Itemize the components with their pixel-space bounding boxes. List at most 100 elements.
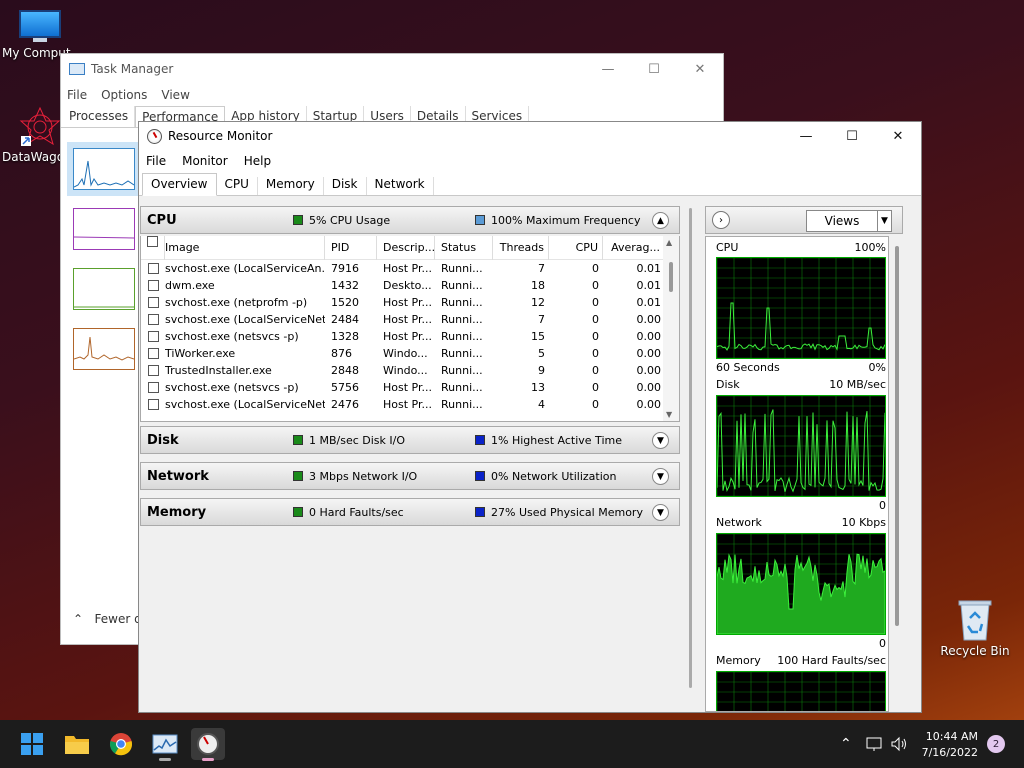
cell-cpu: 0 bbox=[592, 279, 599, 292]
disk-graph-label: Disk 10 MB/sec bbox=[716, 378, 886, 391]
views-label: Views bbox=[824, 214, 860, 228]
graph-grid bbox=[716, 257, 885, 359]
table-row[interactable]: TrustedInstaller.exe 2848 Windo... Runni...… bbox=[141, 362, 679, 379]
tab-cpu[interactable]: CPU bbox=[217, 177, 258, 195]
menu-view[interactable]: View bbox=[161, 88, 189, 102]
expand-network-button[interactable]: ▼ bbox=[652, 468, 669, 485]
table-row[interactable]: svchost.exe (LocalServiceNet... 2484 Host … bbox=[141, 311, 679, 328]
table-row[interactable]: TiWorker.exe 876 Windo... Runni... 5 0 0.00 bbox=[141, 345, 679, 362]
menu-options[interactable]: Options bbox=[101, 88, 147, 102]
notification-badge[interactable]: 2 bbox=[987, 735, 1005, 753]
row-checkbox[interactable] bbox=[141, 382, 165, 393]
close-button[interactable]: ✕ bbox=[875, 122, 921, 150]
table-row[interactable]: svchost.exe (LocalServiceNet... 2476 Host … bbox=[141, 396, 679, 413]
tab-overview[interactable]: Overview bbox=[142, 173, 217, 196]
cpu-usage-swatch bbox=[293, 215, 303, 225]
network-graph-footer: 0 bbox=[879, 637, 886, 650]
chevron-right-icon[interactable]: › bbox=[712, 211, 730, 229]
menu-file[interactable]: File bbox=[67, 88, 87, 102]
menu-file[interactable]: File bbox=[146, 154, 166, 168]
desktop-icon-recycle-bin[interactable]: Recycle Bin bbox=[935, 598, 1015, 658]
chrome-button[interactable] bbox=[104, 728, 138, 760]
perf-thumb-disk[interactable] bbox=[73, 268, 135, 310]
column-description[interactable]: Descrip... bbox=[377, 236, 435, 260]
task-manager-icon bbox=[69, 63, 85, 75]
row-checkbox[interactable] bbox=[141, 297, 165, 308]
cell-threads: 4 bbox=[538, 398, 545, 411]
cell-image: svchost.exe (LocalServiceAn... bbox=[165, 262, 325, 275]
row-checkbox[interactable] bbox=[141, 263, 165, 274]
menu-monitor[interactable]: Monitor bbox=[182, 154, 228, 168]
column-status[interactable]: Status bbox=[435, 236, 493, 260]
maximize-button[interactable]: ☐ bbox=[631, 54, 677, 84]
close-button[interactable]: ✕ bbox=[677, 54, 723, 84]
row-checkbox[interactable] bbox=[141, 365, 165, 376]
table-row[interactable]: svchost.exe (netsvcs -p) 1328 Host Pr... Ru… bbox=[141, 328, 679, 345]
row-checkbox[interactable] bbox=[141, 348, 165, 359]
overview-scrollbar[interactable] bbox=[684, 204, 698, 712]
cell-status: Runni... bbox=[441, 381, 483, 394]
task-manager-taskbar-button[interactable] bbox=[148, 728, 182, 761]
chevron-down-icon: ▼ bbox=[877, 211, 891, 231]
row-checkbox[interactable] bbox=[141, 280, 165, 291]
disk-section-header[interactable]: Disk 1 MB/sec Disk I/O 1% Highest Active… bbox=[140, 426, 680, 454]
tab-processes[interactable]: Processes bbox=[63, 106, 136, 127]
file-explorer-button[interactable] bbox=[60, 728, 94, 760]
column-pid[interactable]: PID bbox=[325, 236, 377, 260]
perf-thumb-memory[interactable] bbox=[73, 208, 135, 250]
show-hidden-icons[interactable]: ⌃ bbox=[840, 720, 852, 768]
table-row[interactable]: dwm.exe 1432 Deskto... Runni... 18 0 0.01 bbox=[141, 277, 679, 294]
menu-help[interactable]: Help bbox=[244, 154, 271, 168]
column-threads[interactable]: Threads bbox=[493, 236, 549, 260]
process-scrollbar[interactable]: ▲ ▼ bbox=[663, 236, 679, 421]
cell-status: Runni... bbox=[441, 347, 483, 360]
section-title: Memory bbox=[147, 504, 207, 520]
views-dropdown[interactable]: Views ▼ bbox=[806, 210, 892, 232]
cpu-graph-label: CPU 100% bbox=[716, 241, 886, 254]
row-checkbox[interactable] bbox=[141, 314, 165, 325]
cell-threads: 18 bbox=[531, 279, 545, 292]
tab-memory[interactable]: Memory bbox=[258, 177, 324, 195]
desktop-icon-label: Recycle Bin bbox=[940, 644, 1010, 658]
row-checkbox[interactable] bbox=[141, 331, 165, 342]
clock-time: 10:44 AM bbox=[925, 730, 978, 743]
table-row[interactable]: svchost.exe (netsvcs -p) 5756 Host Pr... Ru… bbox=[141, 379, 679, 396]
tab-network[interactable]: Network bbox=[367, 177, 434, 195]
column-average[interactable]: Averag... bbox=[603, 236, 665, 260]
cpu-frequency: 100% Maximum Frequency bbox=[491, 213, 641, 227]
cell-cpu: 0 bbox=[592, 262, 599, 275]
resource-monitor-window[interactable]: Resource Monitor — ☐ ✕ File Monitor Help… bbox=[138, 121, 922, 713]
resource-monitor-taskbar-button[interactable] bbox=[191, 728, 225, 761]
cell-threads: 13 bbox=[531, 381, 545, 394]
table-row[interactable]: svchost.exe (LocalServiceAn... 7916 Host P… bbox=[141, 260, 679, 277]
tab-disk[interactable]: Disk bbox=[324, 177, 367, 195]
memory-section-header[interactable]: Memory 0 Hard Faults/sec 27% Used Physic… bbox=[140, 498, 680, 526]
perf-thumb-ethernet[interactable] bbox=[73, 328, 135, 370]
collapse-cpu-button[interactable]: ▲ bbox=[652, 212, 669, 229]
cell-pid: 1432 bbox=[331, 279, 359, 292]
row-checkbox[interactable] bbox=[141, 399, 165, 410]
cell-average: 0.01 bbox=[636, 279, 662, 292]
perf-thumb-cpu[interactable] bbox=[67, 142, 141, 196]
start-button[interactable] bbox=[15, 728, 49, 760]
graphs-scrollbar[interactable] bbox=[892, 236, 903, 712]
cpu-section-header[interactable]: CPU 5% CPU Usage 100% Maximum Frequency … bbox=[140, 206, 680, 234]
column-image[interactable]: Image bbox=[165, 236, 325, 260]
cell-pid: 1520 bbox=[331, 296, 359, 309]
cell-status: Runni... bbox=[441, 262, 483, 275]
select-all-checkbox[interactable] bbox=[141, 236, 165, 260]
column-cpu[interactable]: CPU bbox=[549, 236, 603, 260]
network-tray-icon[interactable] bbox=[866, 720, 884, 768]
volume-tray-icon[interactable] bbox=[890, 720, 908, 768]
expand-disk-button[interactable]: ▼ bbox=[652, 432, 669, 449]
clock[interactable]: 10:44 AM 7/16/2022 bbox=[922, 729, 978, 761]
minimize-button[interactable]: — bbox=[585, 54, 631, 84]
table-row[interactable]: svchost.exe (netprofm -p) 1520 Host Pr... R… bbox=[141, 294, 679, 311]
cell-average: 0.01 bbox=[636, 296, 662, 309]
expand-memory-button[interactable]: ▼ bbox=[652, 504, 669, 521]
network-section-header[interactable]: Network 3 Mbps Network I/O 0% Network Ut… bbox=[140, 462, 680, 490]
maximize-button[interactable]: ☐ bbox=[829, 122, 875, 150]
minimize-button[interactable]: — bbox=[783, 122, 829, 150]
memory-graph bbox=[716, 671, 886, 711]
cell-description: Host Pr... bbox=[383, 398, 432, 411]
